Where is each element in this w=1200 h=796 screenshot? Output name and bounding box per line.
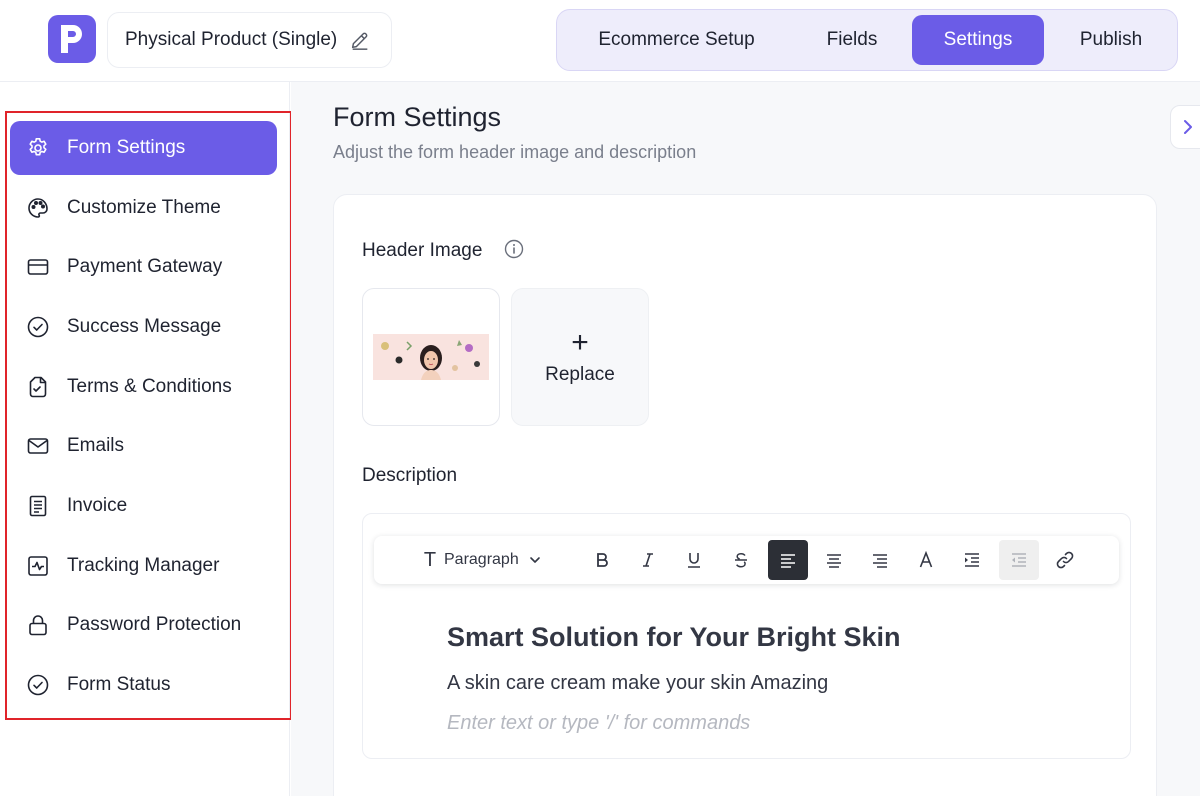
sidebar-item-label: Customize Theme: [67, 197, 221, 218]
sidebar-item-emails[interactable]: Emails: [10, 419, 277, 473]
sidebar-item-label: Terms & Conditions: [67, 376, 232, 397]
gear-icon: [26, 136, 50, 160]
page-title: Form Settings: [333, 102, 502, 132]
sidebar-item-password-protection[interactable]: Password Protection: [10, 598, 277, 652]
block-type-select[interactable]: Paragraph: [444, 540, 541, 580]
plus-icon: +: [571, 326, 589, 359]
outdent-button[interactable]: [999, 540, 1039, 580]
align-right-button[interactable]: [860, 540, 900, 580]
sidebar-item-form-status[interactable]: Form Status: [10, 658, 277, 712]
step-tabs: Ecommerce Setup Fields Settings Publish: [556, 9, 1178, 71]
strikethrough-icon: [735, 552, 747, 568]
tab-publish[interactable]: Publish: [1052, 15, 1170, 65]
invoice-icon: [26, 494, 50, 518]
block-type-value: Paragraph: [444, 551, 519, 568]
sidebar-item-form-settings[interactable]: Form Settings: [10, 121, 277, 175]
sidebar-item-label: Form Status: [67, 674, 171, 695]
align-right-icon: [873, 554, 887, 568]
logo-p-icon: [61, 25, 82, 53]
sidebar-item-label: Success Message: [67, 316, 222, 337]
link-button[interactable]: [1045, 540, 1085, 580]
indent-icon: [965, 553, 979, 567]
bold-button[interactable]: [582, 540, 622, 580]
header-banner-image: [373, 334, 489, 380]
description-editor[interactable]: T Paragraph Smart Solution for Your Brig…: [362, 513, 1131, 759]
editor-paragraph[interactable]: A skin care cream make your skin Amazing: [447, 672, 828, 695]
document-icon: [26, 375, 50, 399]
sidebar-item-label: Form Settings: [67, 137, 186, 158]
align-left-button[interactable]: [768, 540, 808, 580]
check-circle-icon: [26, 315, 50, 339]
tab-fields[interactable]: Fields: [797, 15, 907, 65]
text-type-icon: T: [423, 548, 437, 571]
underline-icon: [688, 553, 700, 568]
sidebar-item-payment-gateway[interactable]: Payment Gateway: [10, 240, 277, 294]
tab-ecommerce-setup[interactable]: Ecommerce Setup: [569, 15, 784, 65]
underline-button[interactable]: [674, 540, 714, 580]
settings-sidebar: Form Settings Customize Theme Payment Ga…: [0, 82, 292, 796]
sidebar-item-label: Tracking Manager: [67, 555, 220, 576]
italic-button[interactable]: [628, 540, 668, 580]
replace-label: Replace: [545, 364, 615, 385]
sidebar-item-customize-theme[interactable]: Customize Theme: [10, 181, 277, 235]
sidebar-item-label: Emails: [67, 435, 125, 456]
form-settings-card: Header Image + Replace Description T Par…: [333, 194, 1157, 796]
link-icon: [1056, 551, 1074, 569]
editor-toolbar: T Paragraph: [374, 536, 1119, 584]
sidebar-item-tracking-manager[interactable]: Tracking Manager: [10, 539, 277, 593]
sidebar-item-success-message[interactable]: Success Message: [10, 300, 277, 354]
palette-icon: [26, 196, 50, 220]
align-center-button[interactable]: [814, 540, 854, 580]
text-color-button[interactable]: [906, 540, 946, 580]
sidebar-item-label: Payment Gateway: [67, 256, 223, 277]
editor-heading[interactable]: Smart Solution for Your Bright Skin: [447, 622, 901, 653]
lock-icon: [26, 613, 50, 637]
sidebar-item-invoice[interactable]: Invoice: [10, 479, 277, 533]
app-logo[interactable]: [48, 15, 96, 63]
replace-image-button[interactable]: + Replace: [511, 288, 649, 426]
align-left-icon: [781, 554, 795, 568]
strikethrough-button[interactable]: [721, 540, 761, 580]
info-icon[interactable]: [504, 239, 524, 259]
description-label: Description: [362, 465, 458, 486]
edit-pencil-icon[interactable]: [349, 29, 371, 51]
top-bar: Physical Product (Single) Ecommerce Setu…: [0, 0, 1200, 82]
outdent-icon: [1012, 553, 1026, 567]
text-color-icon: [919, 551, 933, 568]
main-content: Form Settings Adjust the form header ima…: [291, 82, 1200, 796]
credit-card-icon: [26, 255, 50, 279]
sidebar-item-terms-conditions[interactable]: Terms & Conditions: [10, 360, 277, 414]
page-subtitle: Adjust the form header image and descrip…: [333, 142, 697, 162]
header-image-label: Header Image: [362, 240, 483, 261]
sidebar-item-label: Password Protection: [67, 614, 242, 635]
header-image-thumbnail[interactable]: [362, 288, 500, 426]
align-center-icon: [827, 554, 841, 568]
form-name: Physical Product (Single): [125, 29, 338, 50]
italic-icon: [643, 553, 653, 567]
chevron-down-icon: [529, 557, 540, 563]
expand-panel-button[interactable]: [1170, 105, 1200, 149]
chevron-right-icon: [1184, 120, 1192, 134]
bold-icon: [597, 553, 608, 567]
form-name-box[interactable]: Physical Product (Single): [107, 12, 393, 68]
sidebar-item-label: Invoice: [67, 495, 128, 516]
tab-settings[interactable]: Settings: [912, 15, 1044, 65]
activity-icon: [26, 554, 50, 578]
indent-button[interactable]: [952, 540, 992, 580]
editor-placeholder[interactable]: Enter text or type '/' for commands: [447, 712, 750, 735]
mail-icon: [26, 434, 50, 458]
check-circle-icon: [26, 673, 50, 697]
